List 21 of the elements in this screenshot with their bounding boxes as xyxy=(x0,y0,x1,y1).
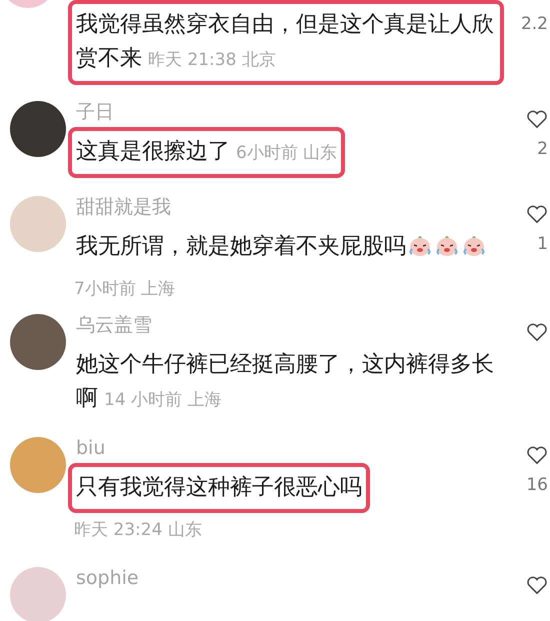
heart-icon[interactable] xyxy=(526,322,548,342)
like-count: 2 xyxy=(537,138,548,159)
comment-meta: 昨天 23:24 山东 xyxy=(74,519,202,542)
comment-text: 她这个牛仔裤已经挺高腰了，这内裤得多长啊 14 小时前 上海 xyxy=(76,350,495,413)
username[interactable]: biu xyxy=(76,433,106,464)
like-count: 2.2 xyxy=(520,14,548,34)
comment-meta: 7小时前 上海 xyxy=(74,278,176,301)
comment-text: 这真是很擦边了 6小时前 山东 xyxy=(76,138,338,166)
username[interactable]: 乌云盖雪 xyxy=(76,310,152,340)
username[interactable]: sophie xyxy=(76,563,139,593)
heart-icon[interactable] xyxy=(526,204,548,224)
heart-icon[interactable] xyxy=(526,108,548,129)
like-count: 1 xyxy=(537,234,548,254)
like-count: 16 xyxy=(526,475,548,496)
comment-text: 我无所谓，就是她穿着不夹屁股吗 xyxy=(76,234,406,259)
heart-icon[interactable] xyxy=(526,445,548,466)
username[interactable]: 甜甜就是我 xyxy=(76,192,171,222)
heart-icon[interactable] xyxy=(526,575,548,595)
username[interactable]: 子日 xyxy=(76,96,114,127)
comment-text: 只有我觉得这种裤子很恶心吗 xyxy=(76,475,362,500)
comment-text: 我觉得虽然穿衣自由，但是这个真是让人欣赏不来 昨天 21:38 北京 xyxy=(76,11,495,73)
